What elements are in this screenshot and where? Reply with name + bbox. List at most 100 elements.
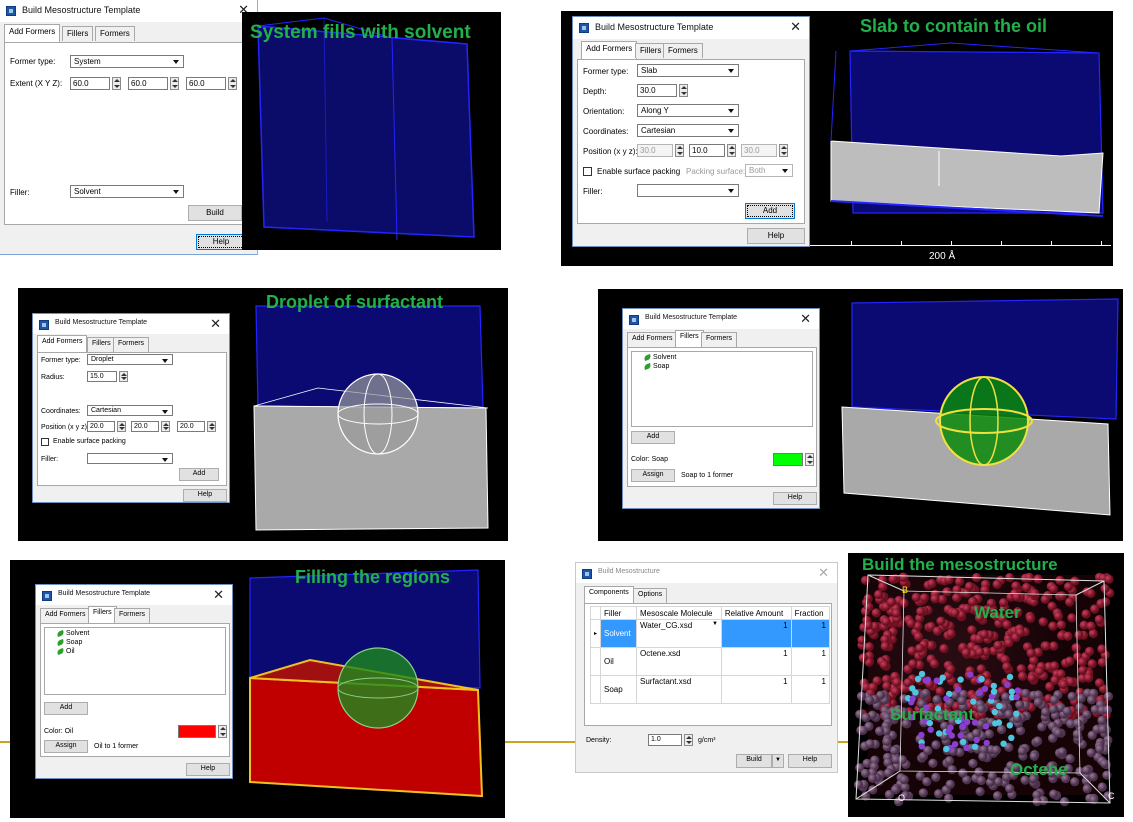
filler-item-oil[interactable]: Oil	[56, 647, 75, 655]
assign-button[interactable]: Assign	[631, 469, 675, 482]
cell-amount[interactable]: 1	[720, 619, 792, 648]
filler-select[interactable]	[87, 453, 173, 464]
tab-add-formers[interactable]: Add Formers	[37, 335, 88, 353]
tab-formers[interactable]: Formers	[701, 332, 738, 347]
filler-select[interactable]: Solvent	[70, 185, 184, 198]
extent-x-spinner[interactable]	[112, 77, 121, 90]
add-button[interactable]: Add	[631, 431, 675, 444]
cell-filler[interactable]: Oil	[600, 647, 637, 676]
cell-molecule[interactable]: Water_CG.xsd ▼	[636, 619, 722, 648]
color-swatch[interactable]	[178, 725, 216, 738]
extent-x-field[interactable]: 60.0	[70, 77, 110, 90]
filler-item-soap[interactable]: Soap	[643, 362, 669, 370]
add-button[interactable]: Add	[179, 468, 219, 481]
density-spinner[interactable]	[684, 734, 693, 746]
former-type-select[interactable]: Slab	[637, 64, 739, 77]
panel7-viewport[interactable]: B O C Build the mesostructure Water Surf…	[848, 553, 1124, 817]
tab-add-formers[interactable]: Add Formers	[627, 332, 678, 347]
position-x-field[interactable]: 30.0	[637, 144, 673, 157]
column-header-molecule[interactable]: Mesoscale Molecule	[636, 606, 722, 620]
tab-fillers[interactable]: Fillers	[87, 337, 116, 352]
extent-y-spinner[interactable]	[170, 77, 179, 90]
color-spinner[interactable]	[218, 725, 227, 738]
depth-field[interactable]: 30.0	[637, 84, 677, 97]
position-x-spinner[interactable]	[117, 421, 126, 432]
column-header-fraction[interactable]: Fraction	[790, 606, 831, 620]
surface-packing-checkbox[interactable]	[583, 167, 592, 176]
tab-add-formers[interactable]: Add Formers	[4, 24, 61, 42]
column-header-amount[interactable]: Relative Amount	[720, 606, 792, 620]
help-button[interactable]: Help	[196, 234, 246, 250]
close-icon[interactable]: ✕	[818, 565, 829, 581]
color-spinner[interactable]	[805, 453, 814, 466]
tab-components[interactable]: Components	[584, 586, 634, 604]
filler-select[interactable]	[637, 184, 739, 197]
position-z-spinner[interactable]	[207, 421, 216, 432]
position-y-field[interactable]: 10.0	[689, 144, 725, 157]
close-icon[interactable]: ✕	[790, 19, 801, 35]
position-x-field[interactable]: 20.0	[87, 421, 115, 432]
tab-add-formers[interactable]: Add Formers	[581, 41, 638, 59]
depth-spinner[interactable]	[679, 84, 688, 97]
tab-add-formers[interactable]: Add Formers	[40, 608, 91, 623]
position-z-field[interactable]: 30.0	[741, 144, 777, 157]
tab-formers[interactable]: Formers	[95, 26, 135, 41]
position-x-spinner[interactable]	[675, 144, 684, 157]
assign-button[interactable]: Assign	[44, 740, 88, 753]
position-y-spinner[interactable]	[727, 144, 736, 157]
build-button[interactable]: Build	[736, 754, 772, 768]
close-icon[interactable]: ✕	[213, 587, 224, 603]
cell-amount[interactable]: 1	[720, 647, 792, 676]
surface-packing-checkbox[interactable]	[41, 438, 49, 446]
filler-item-solvent[interactable]: Solvent	[56, 629, 89, 637]
tab-formers[interactable]: Formers	[114, 608, 151, 623]
help-button[interactable]: Help	[788, 754, 832, 768]
help-button[interactable]: Help	[183, 489, 227, 502]
extent-z-field[interactable]: 60.0	[186, 77, 226, 90]
color-swatch[interactable]	[773, 453, 803, 466]
tab-fillers[interactable]: Fillers	[635, 43, 667, 58]
coordinates-select[interactable]: Cartesian	[87, 405, 173, 416]
density-field[interactable]: 1.0	[648, 734, 682, 746]
cell-amount[interactable]: 1	[720, 675, 792, 704]
tab-fillers[interactable]: Fillers	[675, 330, 704, 348]
tab-formers[interactable]: Formers	[113, 337, 150, 352]
tab-options[interactable]: Options	[633, 588, 668, 603]
filler-tree[interactable]: Solvent Soap	[631, 351, 813, 427]
filler-item-soap[interactable]: Soap	[56, 638, 82, 646]
former-type-select[interactable]: Droplet	[87, 354, 173, 365]
cell-molecule[interactable]: Surfactant.xsd	[636, 675, 722, 704]
close-icon[interactable]: ✕	[210, 316, 221, 332]
radius-spinner[interactable]	[119, 371, 128, 382]
packing-surface-select[interactable]: Both	[745, 164, 793, 177]
panel1-viewport[interactable]: System fills with solvent	[242, 12, 501, 250]
tab-fillers[interactable]: Fillers	[62, 26, 94, 41]
help-button[interactable]: Help	[747, 228, 805, 244]
cell-molecule[interactable]: Octene.xsd	[636, 647, 722, 676]
build-button[interactable]: Build	[188, 205, 242, 221]
position-z-field[interactable]: 20.0	[177, 421, 205, 432]
position-z-spinner[interactable]	[779, 144, 788, 157]
position-y-spinner[interactable]	[161, 421, 170, 432]
help-button[interactable]: Help	[186, 763, 230, 776]
coordinates-select[interactable]: Cartesian	[637, 124, 739, 137]
tab-fillers[interactable]: Fillers	[88, 606, 117, 624]
filler-item-solvent[interactable]: Solvent	[643, 353, 676, 361]
table-row[interactable]: Oil Octene.xsd 1 1	[589, 647, 831, 676]
position-y-field[interactable]: 20.0	[131, 421, 159, 432]
radius-field[interactable]: 15.0	[87, 371, 117, 382]
extent-y-field[interactable]: 60.0	[128, 77, 168, 90]
tab-formers[interactable]: Formers	[663, 43, 703, 58]
table-row[interactable]: Soap Surfactant.xsd 1 1	[589, 675, 831, 704]
components-table[interactable]: Filler Mesoscale Molecule Relative Amoun…	[589, 606, 831, 704]
extent-z-spinner[interactable]	[228, 77, 237, 90]
column-header-filler[interactable]: Filler	[600, 606, 637, 620]
filler-tree[interactable]: Solvent Soap Oil	[44, 627, 226, 695]
close-icon[interactable]: ✕	[800, 311, 811, 327]
orientation-select[interactable]: Along Y	[637, 104, 739, 117]
former-type-select[interactable]: System	[70, 55, 184, 68]
add-button[interactable]: Add	[44, 702, 88, 715]
add-button[interactable]: Add	[745, 203, 795, 219]
table-row[interactable]: ▸ Solvent Water_CG.xsd ▼ 1 1	[589, 619, 831, 648]
cell-filler[interactable]: Solvent	[600, 619, 637, 648]
